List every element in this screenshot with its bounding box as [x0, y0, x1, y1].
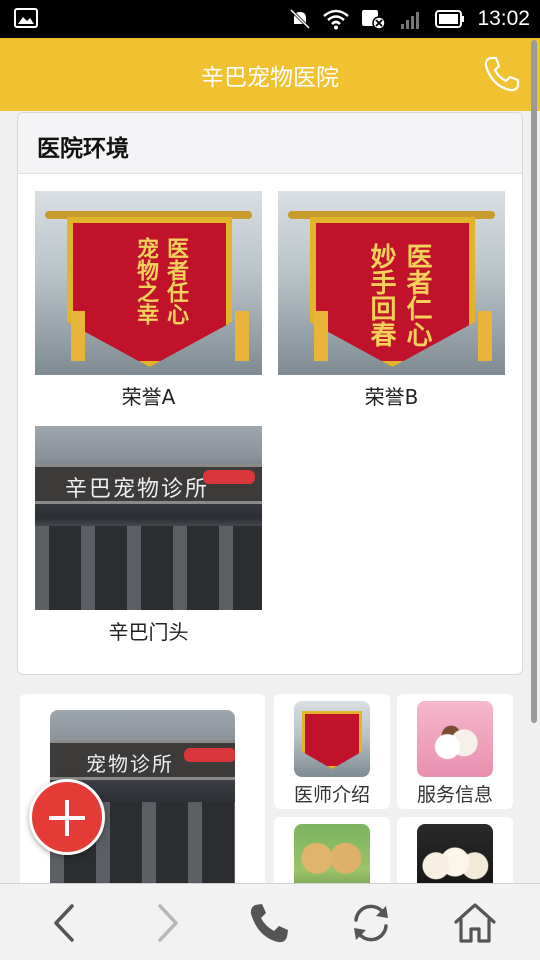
honor-b-photo: 医者仁心 妙手回春	[278, 191, 505, 375]
add-button[interactable]	[29, 779, 105, 855]
service-info-label: 服务信息	[416, 784, 493, 806]
pennant-line: 妙手回春	[366, 243, 396, 347]
phone-icon[interactable]	[482, 54, 522, 94]
card-header: 医院环境	[18, 113, 522, 174]
forward-icon[interactable]	[144, 900, 190, 946]
back-icon[interactable]	[42, 900, 88, 946]
status-bar: 13:02	[0, 0, 540, 38]
clock: 13:02	[477, 7, 530, 30]
honor-b-caption: 荣誉B	[364, 385, 419, 409]
storefront-photo: 辛巴宠物诊所	[35, 426, 262, 610]
doctor-intro-thumb	[294, 701, 370, 777]
store-sign-text: 宠物诊所	[86, 752, 174, 776]
honor-a-caption: 荣誉A	[121, 385, 176, 409]
pennant-line: 医者仁心	[402, 243, 432, 347]
image-icon	[14, 8, 38, 28]
home-icon[interactable]	[452, 900, 498, 946]
battery-icon	[435, 10, 465, 28]
signal-icon	[401, 12, 420, 29]
browser-nav-bar	[0, 883, 540, 960]
service-info-button[interactable]: 服务信息	[397, 694, 513, 809]
data-icon	[362, 10, 387, 30]
card-title: 医院环境	[37, 136, 129, 162]
service-info-thumb	[417, 701, 493, 777]
doctor-intro-label: 医师介绍	[293, 784, 370, 806]
scrollbar[interactable]	[531, 40, 537, 723]
page-title: 辛巴宠物医院	[201, 65, 339, 91]
honor-a-tile[interactable]: 医者任心 宠物之幸 荣誉A	[35, 191, 262, 410]
honor-a-photo: 医者任心 宠物之幸	[35, 191, 262, 375]
store-sign-text: 辛巴宠物诊所	[65, 477, 210, 502]
storefront-tile[interactable]: 辛巴宠物诊所 辛巴门头	[35, 426, 262, 645]
environment-card: 医院环境 医者任心 宠物之幸 荣誉A 医者仁心 妙手回春 荣誉B 辛巴宠物诊所	[17, 112, 523, 675]
pennant-line: 医者任心	[163, 237, 189, 325]
doctor-intro-button[interactable]: 医师介绍	[274, 694, 390, 809]
wifi-icon	[323, 9, 350, 30]
phone-icon[interactable]	[246, 900, 292, 946]
honor-b-tile[interactable]: 医者仁心 妙手回春 荣誉B	[278, 191, 505, 410]
app-header: 辛巴宠物医院	[0, 38, 540, 111]
storefront-caption: 辛巴门头	[108, 620, 189, 644]
pennant-line: 宠物之幸	[133, 237, 159, 325]
mute-icon	[290, 8, 311, 30]
refresh-icon[interactable]	[348, 900, 394, 946]
